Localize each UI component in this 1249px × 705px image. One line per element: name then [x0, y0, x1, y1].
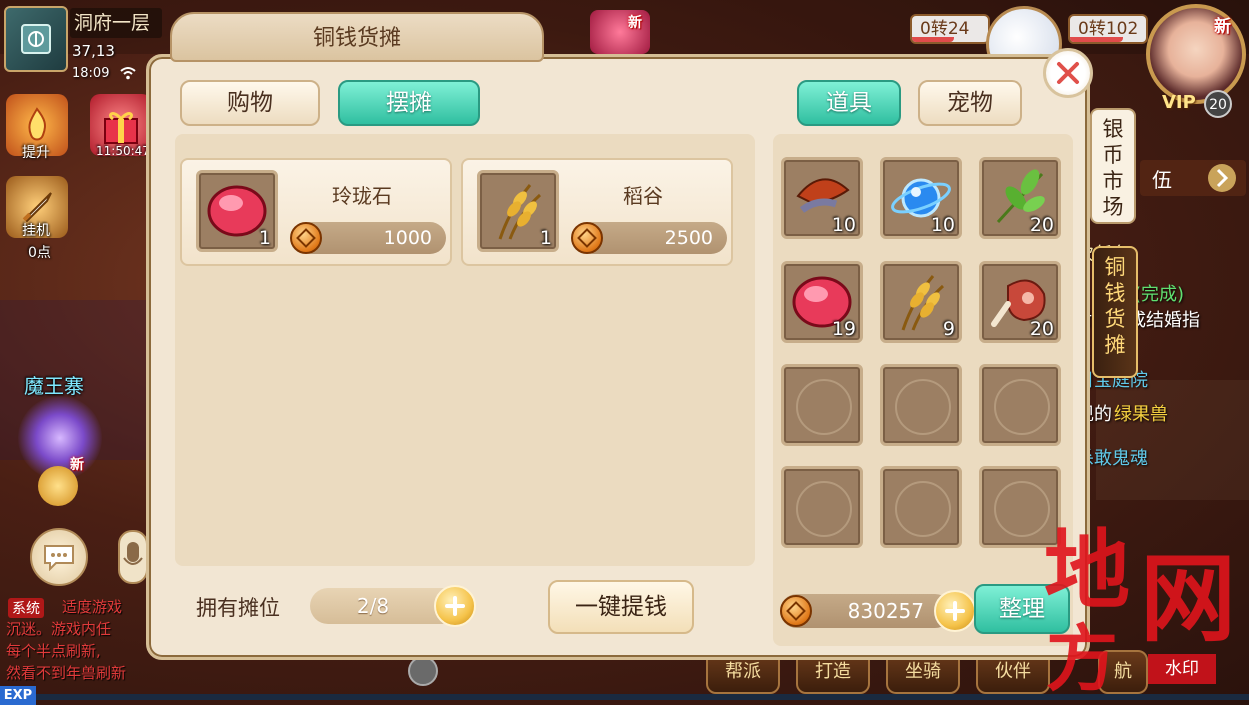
inventory-slot-empty[interactable] — [781, 466, 863, 548]
side-tab-label: 银币市场 — [1102, 117, 1124, 219]
new-badge: 新 — [1214, 17, 1231, 37]
player-stat-text: 0转102 — [1078, 19, 1139, 39]
auto-battle-label: 挂机 — [22, 223, 50, 239]
svg-text:方: 方 — [1046, 616, 1118, 692]
system-message-line: 每个半点刷新, — [6, 642, 101, 660]
mascot-icon[interactable] — [38, 466, 78, 506]
inventory-slot[interactable]: 10 — [880, 157, 962, 239]
copper-coin-icon — [780, 595, 812, 627]
item-count: 19 — [831, 318, 856, 340]
close-icon — [1057, 62, 1079, 84]
inventory-slot[interactable]: 9 — [880, 261, 962, 343]
plus-icon — [445, 596, 465, 616]
close-button[interactable] — [1043, 48, 1093, 98]
watermark-seal: 水印 — [1148, 654, 1216, 684]
item-count: 1 — [539, 227, 552, 249]
stall-slots-label: 拥有摊位 — [196, 596, 280, 620]
item-count: 20 — [1029, 214, 1054, 236]
add-stall-button[interactable] — [434, 585, 476, 627]
tab-pets[interactable]: 宠物 — [918, 80, 1022, 126]
location-name: 洞府一层 — [70, 8, 162, 38]
quest-status: (完成) — [1134, 284, 1185, 305]
tab-stall[interactable]: 摆摊 — [338, 80, 480, 126]
wifi-icon — [120, 67, 136, 80]
inventory-slot-empty[interactable] — [781, 364, 863, 446]
player-stat-bar: 0转102 — [1068, 14, 1148, 44]
item-count: 1 — [258, 227, 271, 249]
inventory-slot[interactable]: 20 — [979, 261, 1061, 343]
dialog-title: 铜钱货摊 — [312, 26, 401, 51]
player-avatar[interactable] — [1146, 4, 1246, 104]
item-name: 玲珑石 — [332, 184, 392, 208]
settings-gear-icon[interactable] — [408, 656, 438, 686]
chevron-right-icon — [1208, 164, 1236, 192]
add-money-button[interactable] — [934, 590, 976, 632]
svg-text:地: 地 — [1044, 520, 1130, 621]
plus-icon — [945, 601, 965, 621]
new-badge: 新 — [628, 15, 642, 31]
pet-stat-bar: 0转24 — [910, 14, 990, 44]
team-panel[interactable]: 伍 — [1140, 160, 1246, 196]
system-message-line: 适度游戏 — [62, 598, 123, 616]
pet-stat-text: 0转24 — [920, 19, 970, 39]
zone-label: 魔王寨 — [24, 374, 84, 398]
stall-item-card[interactable]: 1 玲珑石 1000 — [180, 158, 452, 266]
item-name: 稻谷 — [623, 184, 663, 208]
copper-coin-icon — [290, 222, 322, 254]
upgrade-label: 提升 — [22, 145, 50, 161]
flame-figure-icon — [28, 107, 46, 141]
gift-timer: 11:50:47 — [96, 144, 150, 158]
side-tab-copper-stall[interactable]: 铜钱货摊 — [1092, 246, 1138, 378]
inventory-slot[interactable]: 20 — [979, 157, 1061, 239]
withdraw-all-button[interactable]: 一键提钱 — [548, 580, 694, 634]
inventory-slot-empty[interactable] — [979, 364, 1061, 446]
exp-bar — [36, 694, 1249, 700]
voice-button[interactable] — [118, 530, 148, 584]
system-message-line: 沉迷。游戏内任 — [6, 620, 112, 638]
inventory-slot[interactable]: 19 — [781, 261, 863, 343]
tab-shopping[interactable]: 购物 — [180, 80, 320, 126]
system-message-line: 然看不到年兽刷新 — [6, 664, 127, 682]
item-count: 10 — [831, 214, 856, 236]
side-tab-silver-market[interactable]: 银币市场 — [1090, 108, 1136, 224]
item-count: 20 — [1029, 318, 1054, 340]
location-coordinates: 37,13 — [72, 42, 115, 60]
auto-battle-points: 0点 — [28, 245, 51, 261]
vip-badge: VIP — [1162, 92, 1196, 113]
chat-button[interactable] — [30, 528, 88, 586]
team-label: 伍 — [1152, 168, 1172, 192]
system-tag: 系统 — [8, 598, 44, 618]
item-count: 10 — [930, 214, 955, 236]
item-count: 9 — [942, 318, 955, 340]
exp-label: EXP — [0, 686, 36, 705]
item-slot: 1 — [477, 170, 559, 252]
stall-item-card[interactable]: 1 稻谷 2500 — [461, 158, 733, 266]
scroll-map-icon — [21, 24, 51, 54]
quest-highlight: 绿果兽 — [1114, 404, 1168, 425]
chat-bubble-icon — [44, 545, 74, 571]
side-tab-label: 铜钱货摊 — [1104, 255, 1126, 357]
inventory-slot-empty[interactable] — [880, 466, 962, 548]
vip-level: 20 — [1204, 90, 1232, 118]
microphone-icon — [123, 542, 143, 565]
clock-time: 18:09 — [72, 66, 110, 81]
inventory-slot-empty[interactable] — [880, 364, 962, 446]
tab-items[interactable]: 道具 — [797, 80, 901, 126]
copper-coin-icon — [571, 222, 603, 254]
svg-text:网: 网 — [1140, 542, 1236, 655]
item-slot: 1 — [196, 170, 278, 252]
gift-box-icon — [104, 112, 138, 144]
inventory-slot[interactable]: 10 — [781, 157, 863, 239]
minimap-button[interactable] — [4, 6, 68, 72]
